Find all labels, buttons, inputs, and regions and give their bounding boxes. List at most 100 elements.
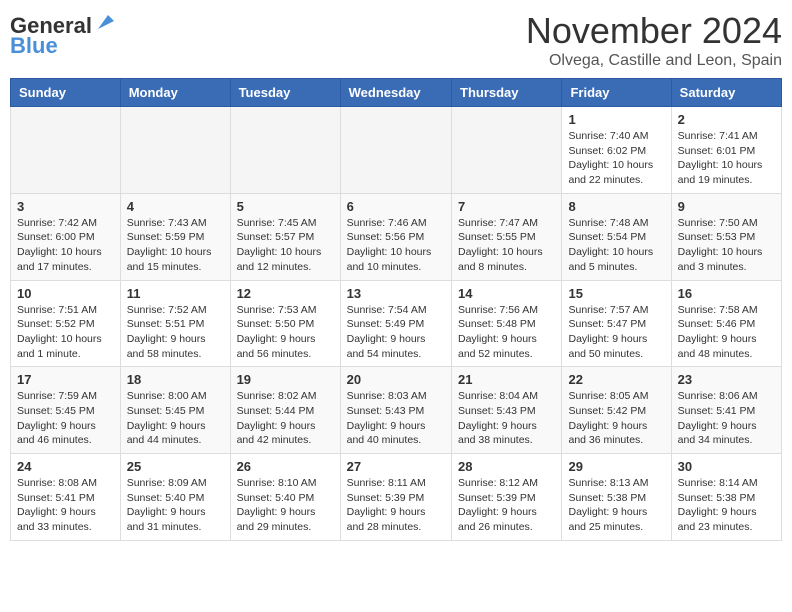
calendar-cell: 3 Sunrise: 7:42 AMSunset: 6:00 PMDaylight…: [11, 193, 121, 280]
day-number: 20: [347, 372, 445, 387]
calendar-cell: 18 Sunrise: 8:00 AMSunset: 5:45 PMDayligh…: [120, 367, 230, 454]
day-number: 19: [237, 372, 334, 387]
day-info: Sunrise: 8:00 AMSunset: 5:45 PMDaylight:…: [127, 389, 224, 448]
day-number: 25: [127, 459, 224, 474]
day-number: 30: [678, 459, 775, 474]
header-thursday: Thursday: [452, 79, 562, 107]
calendar-cell: 11 Sunrise: 7:52 AMSunset: 5:51 PMDayligh…: [120, 280, 230, 367]
day-info: Sunrise: 7:45 AMSunset: 5:57 PMDaylight:…: [237, 216, 334, 275]
day-number: 17: [17, 372, 114, 387]
calendar-cell: 12Sunrise: 7:53 AMSunset: 5:50 PMDayligh…: [230, 280, 340, 367]
day-info: Sunrise: 7:56 AMSunset: 5:48 PMDaylight:…: [458, 303, 555, 362]
day-number: 22: [568, 372, 664, 387]
calendar-cell: 2 Sunrise: 7:41 AMSunset: 6:01 PMDaylight…: [671, 107, 781, 194]
calendar-cell: 15 Sunrise: 7:57 AMSunset: 5:47 PMDayligh…: [562, 280, 671, 367]
day-info: Sunrise: 7:59 AMSunset: 5:45 PMDaylight:…: [17, 389, 114, 448]
day-info: Sunrise: 8:04 AMSunset: 5:43 PMDaylight:…: [458, 389, 555, 448]
day-number: 28: [458, 459, 555, 474]
calendar-cell: 21 Sunrise: 8:04 AMSunset: 5:43 PMDayligh…: [452, 367, 562, 454]
calendar-cell: [230, 107, 340, 194]
calendar-cell: 6Sunrise: 7:46 AMSunset: 5:56 PMDaylight…: [340, 193, 451, 280]
day-number: 6: [347, 199, 445, 214]
day-number: 15: [568, 286, 664, 301]
calendar-cell: 4 Sunrise: 7:43 AMSunset: 5:59 PMDaylight…: [120, 193, 230, 280]
day-info: Sunrise: 7:51 AMSunset: 5:52 PMDaylight:…: [17, 303, 114, 362]
day-info: Sunrise: 7:43 AMSunset: 5:59 PMDaylight:…: [127, 216, 224, 275]
day-info: Sunrise: 8:08 AMSunset: 5:41 PMDaylight:…: [17, 476, 114, 535]
day-number: 2: [678, 112, 775, 127]
calendar-header-row: SundayMondayTuesdayWednesdayThursdayFrid…: [11, 79, 782, 107]
day-info: Sunrise: 7:54 AMSunset: 5:49 PMDaylight:…: [347, 303, 445, 362]
calendar-cell: 26 Sunrise: 8:10 AMSunset: 5:40 PMDayligh…: [230, 454, 340, 541]
day-info: Sunrise: 7:53 AMSunset: 5:50 PMDaylight:…: [237, 303, 334, 362]
calendar-cell: [120, 107, 230, 194]
day-number: 3: [17, 199, 114, 214]
page-header: General Blue November 2024 Olvega, Casti…: [10, 10, 782, 70]
day-number: 29: [568, 459, 664, 474]
logo: General Blue: [10, 14, 116, 58]
day-number: 10: [17, 286, 114, 301]
calendar-cell: 17 Sunrise: 7:59 AMSunset: 5:45 PMDayligh…: [11, 367, 121, 454]
calendar-cell: 9 Sunrise: 7:50 AMSunset: 5:53 PMDaylight…: [671, 193, 781, 280]
header-sunday: Sunday: [11, 79, 121, 107]
calendar-cell: 27 Sunrise: 8:11 AMSunset: 5:39 PMDayligh…: [340, 454, 451, 541]
day-info: Sunrise: 7:50 AMSunset: 5:53 PMDaylight:…: [678, 216, 775, 275]
day-info: Sunrise: 8:09 AMSunset: 5:40 PMDaylight:…: [127, 476, 224, 535]
calendar-table: SundayMondayTuesdayWednesdayThursdayFrid…: [10, 78, 782, 541]
day-number: 4: [127, 199, 224, 214]
calendar-week-row: 3 Sunrise: 7:42 AMSunset: 6:00 PMDaylight…: [11, 193, 782, 280]
calendar-cell: 22 Sunrise: 8:05 AMSunset: 5:42 PMDayligh…: [562, 367, 671, 454]
day-number: 21: [458, 372, 555, 387]
calendar-week-row: 1Sunrise: 7:40 AMSunset: 6:02 PMDaylight…: [11, 107, 782, 194]
day-number: 23: [678, 372, 775, 387]
day-info: Sunrise: 7:40 AMSunset: 6:02 PMDaylight:…: [568, 129, 664, 188]
day-info: Sunrise: 8:12 AMSunset: 5:39 PMDaylight:…: [458, 476, 555, 535]
header-saturday: Saturday: [671, 79, 781, 107]
header-tuesday: Tuesday: [230, 79, 340, 107]
day-info: Sunrise: 8:11 AMSunset: 5:39 PMDaylight:…: [347, 476, 445, 535]
day-info: Sunrise: 8:14 AMSunset: 5:38 PMDaylight:…: [678, 476, 775, 535]
header-wednesday: Wednesday: [340, 79, 451, 107]
day-info: Sunrise: 8:10 AMSunset: 5:40 PMDaylight:…: [237, 476, 334, 535]
day-info: Sunrise: 8:03 AMSunset: 5:43 PMDaylight:…: [347, 389, 445, 448]
logo-text-blue: Blue: [10, 34, 58, 58]
logo-bird-icon: [94, 11, 116, 33]
day-number: 13: [347, 286, 445, 301]
day-info: Sunrise: 7:47 AMSunset: 5:55 PMDaylight:…: [458, 216, 555, 275]
location-title: Olvega, Castille and Leon, Spain: [526, 52, 782, 70]
calendar-cell: [340, 107, 451, 194]
calendar-cell: 24 Sunrise: 8:08 AMSunset: 5:41 PMDayligh…: [11, 454, 121, 541]
day-number: 11: [127, 286, 224, 301]
day-number: 8: [568, 199, 664, 214]
day-number: 7: [458, 199, 555, 214]
day-number: 16: [678, 286, 775, 301]
day-info: Sunrise: 7:57 AMSunset: 5:47 PMDaylight:…: [568, 303, 664, 362]
calendar-cell: 14 Sunrise: 7:56 AMSunset: 5:48 PMDayligh…: [452, 280, 562, 367]
day-info: Sunrise: 8:05 AMSunset: 5:42 PMDaylight:…: [568, 389, 664, 448]
calendar-cell: 16 Sunrise: 7:58 AMSunset: 5:46 PMDayligh…: [671, 280, 781, 367]
header-friday: Friday: [562, 79, 671, 107]
day-info: Sunrise: 7:42 AMSunset: 6:00 PMDaylight:…: [17, 216, 114, 275]
day-info: Sunrise: 7:58 AMSunset: 5:46 PMDaylight:…: [678, 303, 775, 362]
calendar-cell: 29Sunrise: 8:13 AMSunset: 5:38 PMDayligh…: [562, 454, 671, 541]
calendar-cell: 5 Sunrise: 7:45 AMSunset: 5:57 PMDaylight…: [230, 193, 340, 280]
calendar-cell: 30 Sunrise: 8:14 AMSunset: 5:38 PMDayligh…: [671, 454, 781, 541]
calendar-cell: 28 Sunrise: 8:12 AMSunset: 5:39 PMDayligh…: [452, 454, 562, 541]
day-number: 27: [347, 459, 445, 474]
day-info: Sunrise: 8:06 AMSunset: 5:41 PMDaylight:…: [678, 389, 775, 448]
calendar-week-row: 24 Sunrise: 8:08 AMSunset: 5:41 PMDayligh…: [11, 454, 782, 541]
day-number: 24: [17, 459, 114, 474]
day-number: 5: [237, 199, 334, 214]
day-number: 18: [127, 372, 224, 387]
day-info: Sunrise: 7:52 AMSunset: 5:51 PMDaylight:…: [127, 303, 224, 362]
title-section: November 2024 Olvega, Castille and Leon,…: [526, 10, 782, 70]
day-number: 14: [458, 286, 555, 301]
calendar-cell: 10 Sunrise: 7:51 AMSunset: 5:52 PMDayligh…: [11, 280, 121, 367]
day-info: Sunrise: 7:41 AMSunset: 6:01 PMDaylight:…: [678, 129, 775, 188]
month-title: November 2024: [526, 10, 782, 52]
calendar-cell: 25 Sunrise: 8:09 AMSunset: 5:40 PMDayligh…: [120, 454, 230, 541]
header-monday: Monday: [120, 79, 230, 107]
day-number: 26: [237, 459, 334, 474]
calendar-cell: [11, 107, 121, 194]
day-number: 9: [678, 199, 775, 214]
